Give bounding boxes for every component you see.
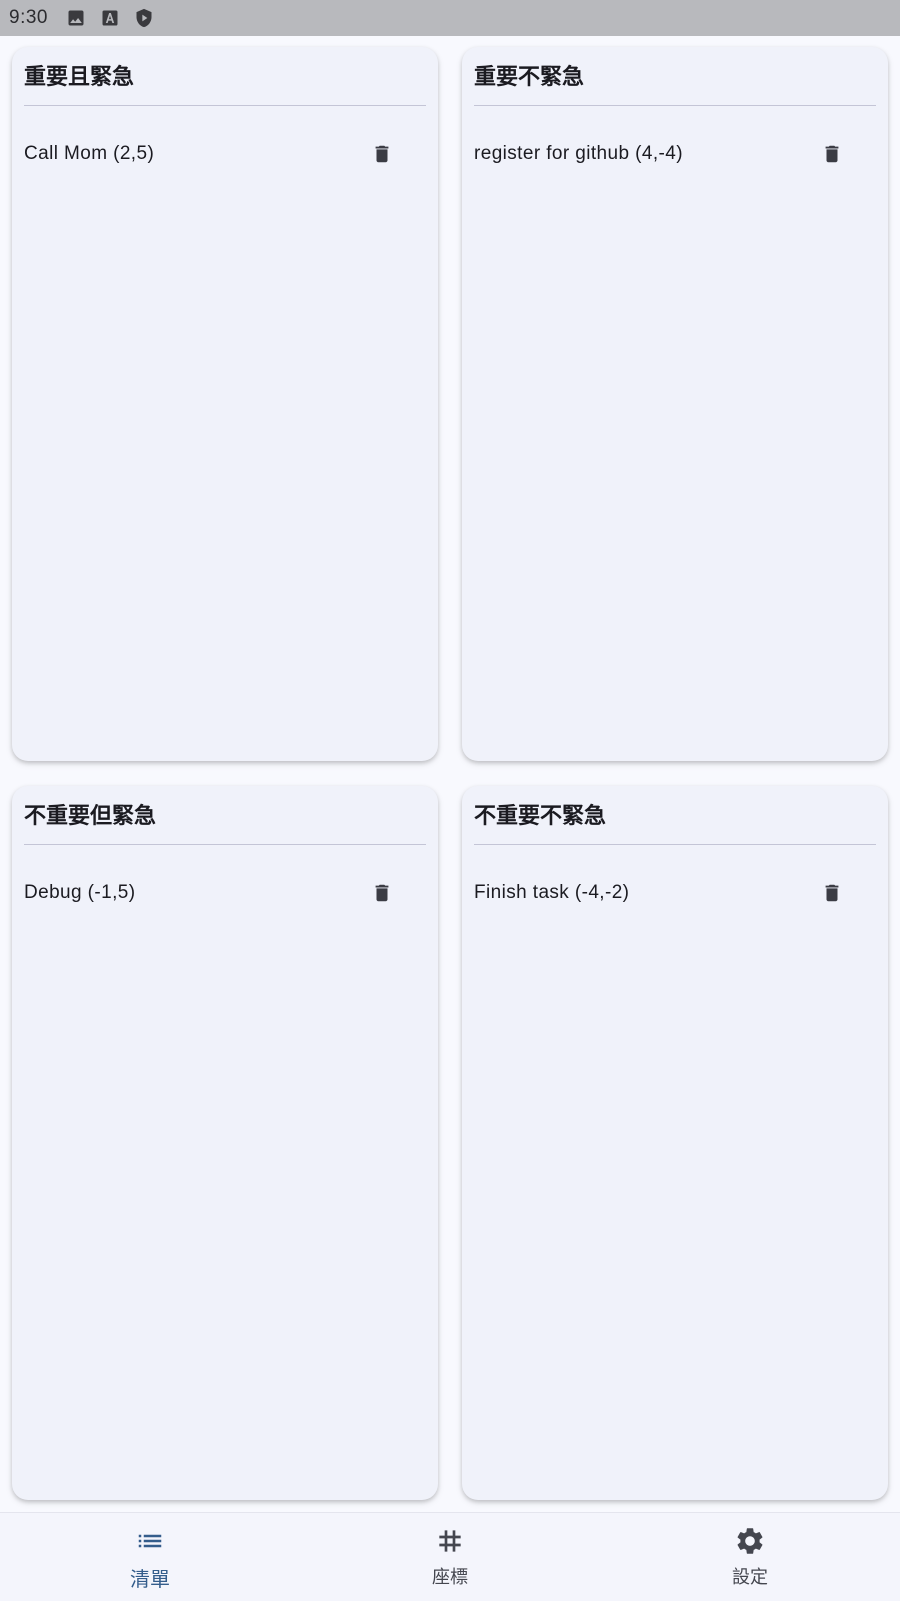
- nav-item-coordinates[interactable]: 座標: [300, 1513, 600, 1601]
- quadrant-title: 重要且緊急: [24, 65, 135, 90]
- status-icons: [66, 7, 154, 29]
- shield-play-icon: [134, 7, 154, 29]
- list-item[interactable]: Finish task (-4,-2): [474, 875, 876, 911]
- quadrant-card-not-important-not-urgent: 不重要不緊急 Finish task (-4,-2): [462, 786, 888, 1500]
- list-item[interactable]: register for github (4,-4): [474, 136, 876, 172]
- trash-icon[interactable]: [364, 875, 400, 911]
- divider: [474, 105, 876, 106]
- quadrant-card-important-not-urgent: 重要不緊急 register for github (4,-4): [462, 47, 888, 761]
- task-label: Finish task (-4,-2): [474, 882, 630, 903]
- divider: [24, 105, 426, 106]
- nav-item-settings[interactable]: 設定: [600, 1513, 900, 1601]
- font-a-icon: [100, 8, 120, 28]
- grid-hash-icon: [434, 1525, 466, 1557]
- task-label: Call Mom (2,5): [24, 143, 155, 164]
- gear-icon: [734, 1525, 766, 1557]
- bottom-navigation: 清單 座標 設定: [0, 1512, 900, 1601]
- trash-icon[interactable]: [814, 875, 850, 911]
- nav-label: 設定: [732, 1567, 768, 1588]
- nav-label: 座標: [432, 1567, 468, 1588]
- status-time: 9:30: [9, 7, 48, 28]
- quadrant-card-not-important-urgent: 不重要但緊急 Debug (-1,5): [12, 786, 438, 1500]
- quadrant-title: 不重要但緊急: [24, 804, 157, 829]
- quadrant-card-important-urgent: 重要且緊急 Call Mom (2,5): [12, 47, 438, 761]
- divider: [24, 844, 426, 845]
- list-item[interactable]: Debug (-1,5): [24, 875, 426, 911]
- image-icon: [66, 8, 86, 28]
- status-bar: 9:30: [0, 0, 900, 36]
- task-label: register for github (4,-4): [474, 143, 683, 164]
- nav-item-list[interactable]: 清單: [0, 1513, 300, 1601]
- list-item[interactable]: Call Mom (2,5): [24, 136, 426, 172]
- quadrant-title: 不重要不緊急: [474, 804, 607, 829]
- task-label: Debug (-1,5): [24, 882, 136, 903]
- quadrant-grid: 重要且緊急 Call Mom (2,5) 重要不緊急 register for …: [12, 47, 888, 1502]
- trash-icon[interactable]: [364, 136, 400, 172]
- quadrant-title: 重要不緊急: [474, 65, 585, 90]
- trash-icon[interactable]: [814, 136, 850, 172]
- nav-label: 清單: [130, 1567, 170, 1591]
- list-icon: [135, 1525, 165, 1557]
- divider: [474, 844, 876, 845]
